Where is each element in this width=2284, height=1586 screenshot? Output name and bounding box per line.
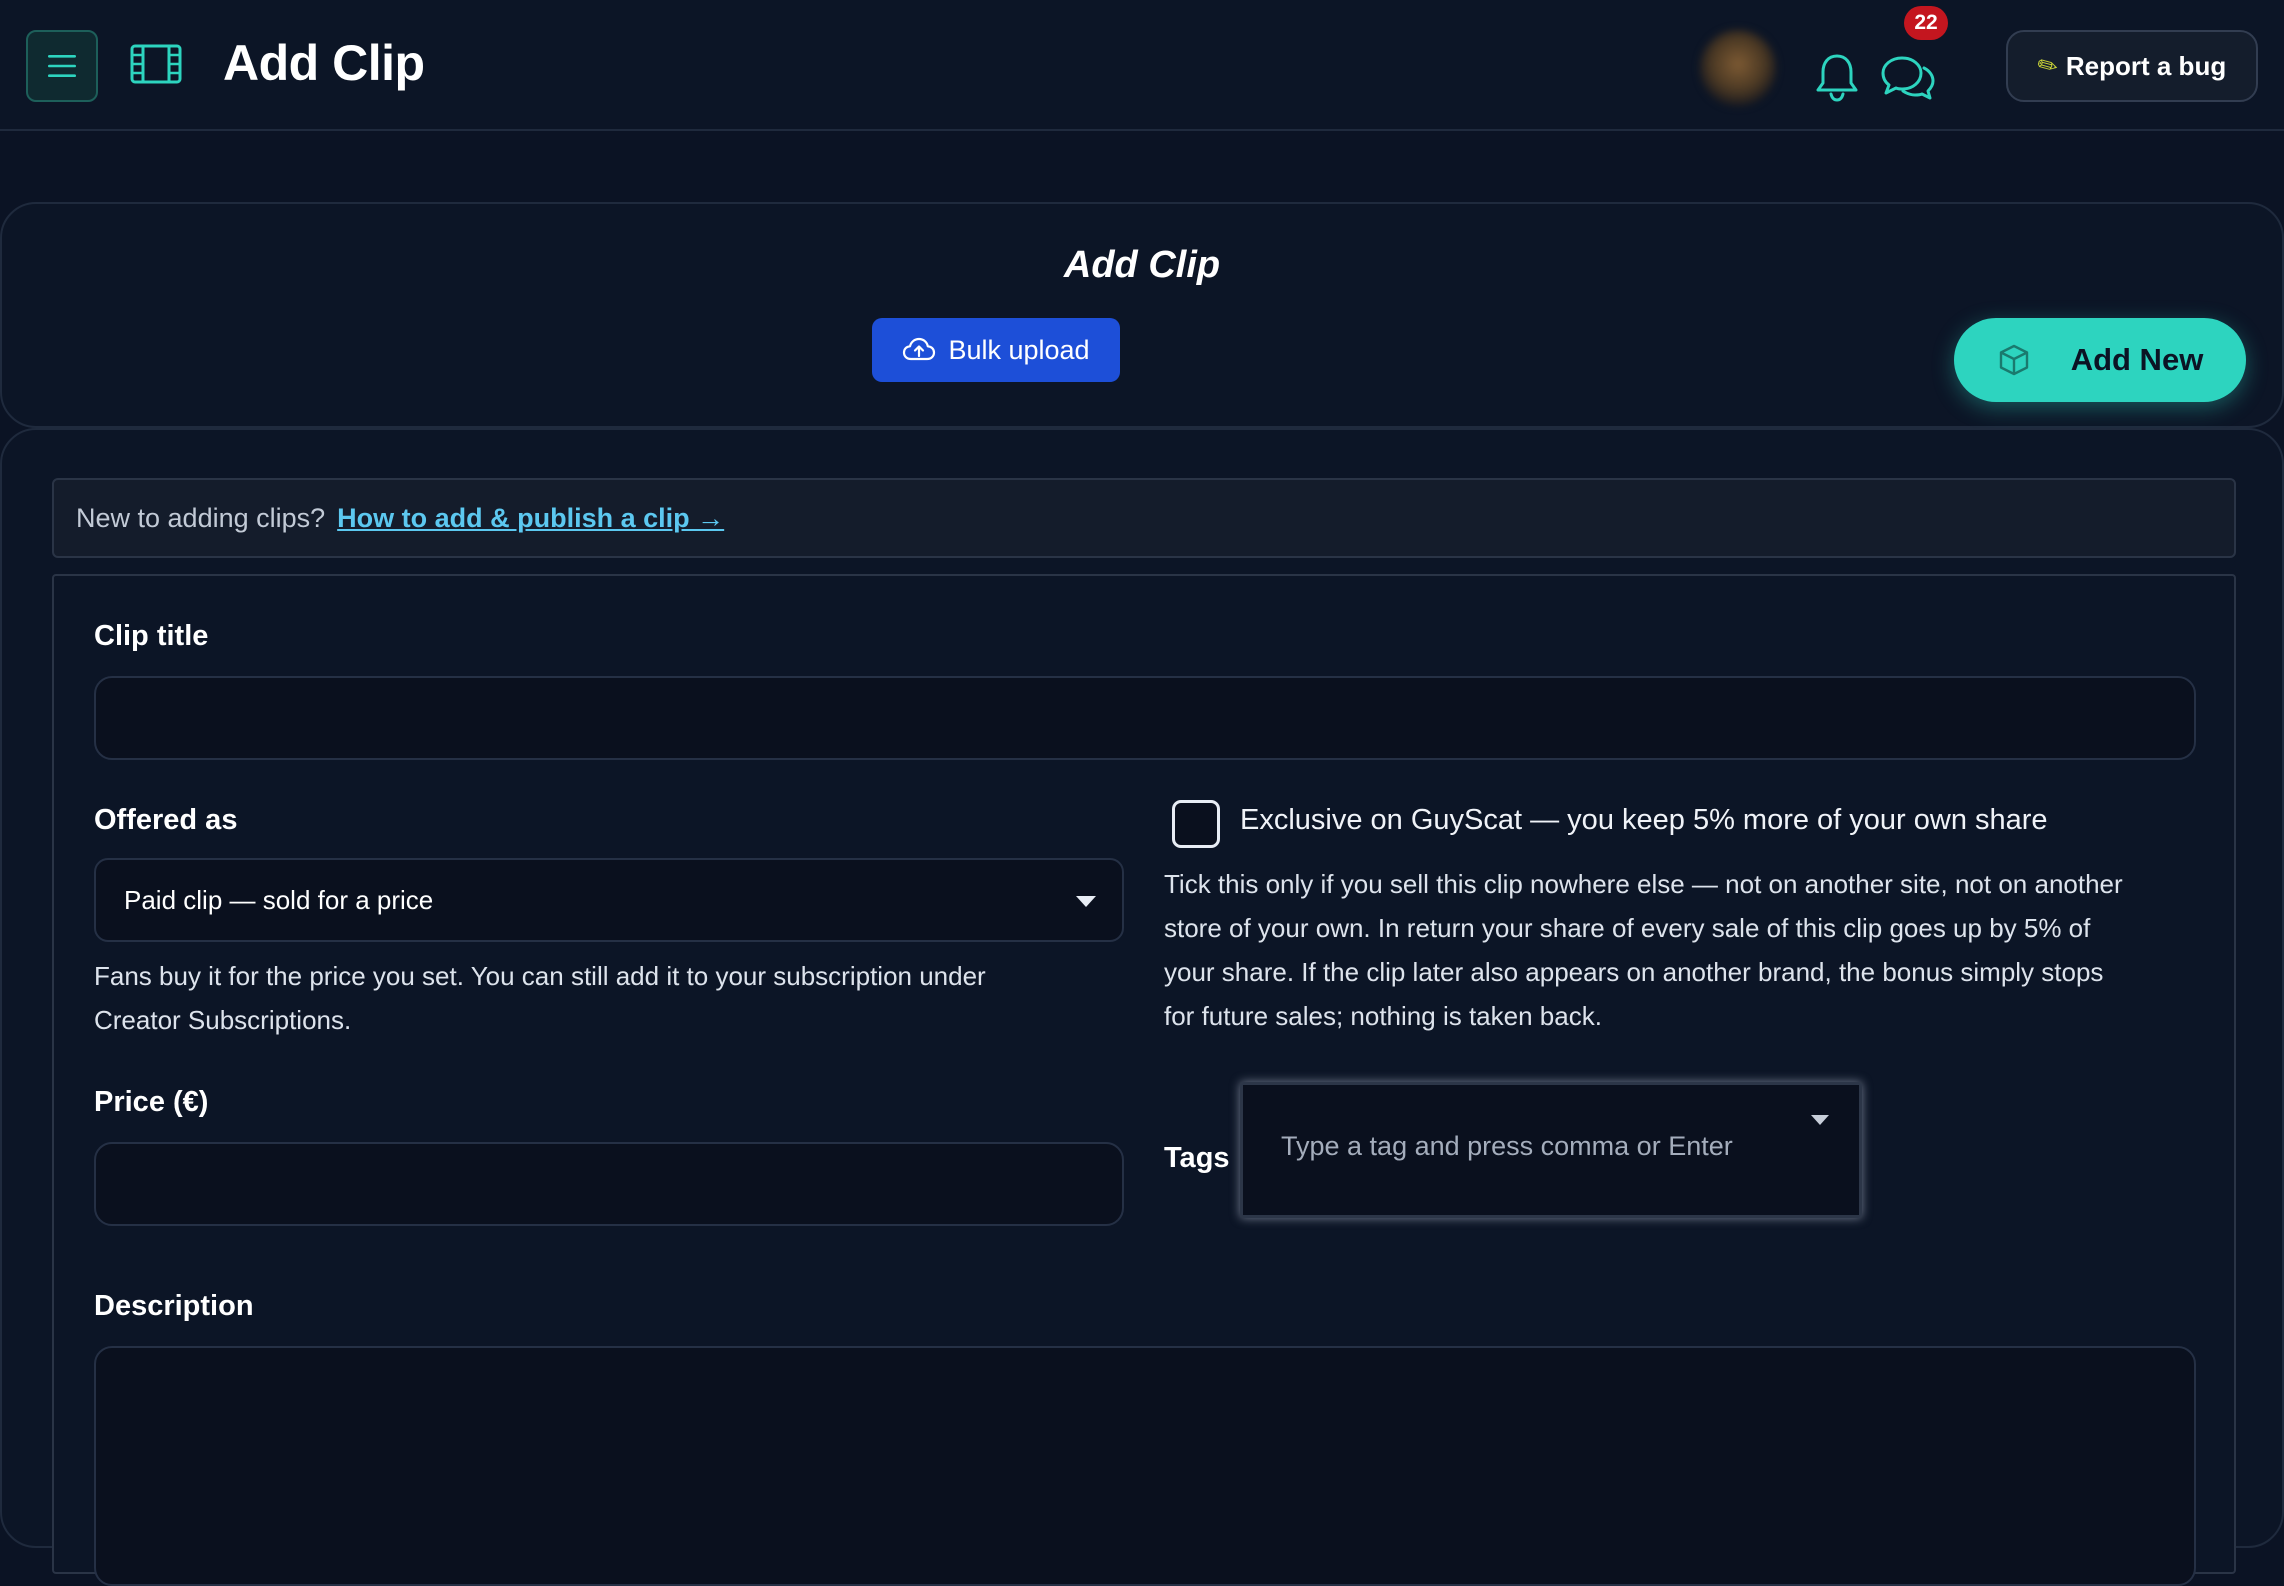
- price-label: Price (€): [94, 1086, 209, 1118]
- exclusive-label[interactable]: Exclusive on GuyScat — you keep 5% more …: [1240, 804, 2048, 837]
- clip-form: Clip title Offered as Paid clip — sold f…: [52, 574, 2236, 1586]
- chat-icon[interactable]: [1880, 54, 1936, 102]
- offered-as-help-line: Fans buy it for the price you set. You c…: [94, 961, 986, 991]
- description-label: Description: [94, 1290, 254, 1322]
- tags-placeholder: Type a tag and press comma or Enter: [1281, 1131, 1733, 1161]
- help-banner-text: New to adding clips?: [76, 502, 326, 533]
- notification-badge: 22: [1904, 6, 1948, 40]
- add-new-label: Add New: [2070, 342, 2204, 377]
- bell-icon[interactable]: [1814, 52, 1860, 102]
- box-icon: [1999, 344, 2028, 376]
- top-bar: Add Clip 22 ✎ Report a bug: [0, 0, 2284, 131]
- clip-title-label: Clip title: [94, 620, 209, 652]
- app-title: Add Clip: [223, 35, 425, 91]
- chevron-down-icon[interactable]: [1811, 1115, 1829, 1125]
- exclusive-help: Tick this only if you sell this clip now…: [1164, 862, 2204, 1038]
- offered-as-help-line: Creator Subscriptions.: [94, 1005, 352, 1035]
- help-banner: New to adding clips? How to add & publis…: [52, 478, 2236, 558]
- tags-input[interactable]: Type a tag and press comma or Enter: [1240, 1082, 1862, 1218]
- menu-button[interactable]: [26, 30, 98, 102]
- bulk-upload-button[interactable]: Bulk upload: [872, 318, 1120, 382]
- help-link[interactable]: How to add & publish a clip →: [337, 503, 724, 534]
- exclusive-help-line: Tick this only if you sell this clip now…: [1164, 869, 2123, 899]
- bug-icon: ✎: [2032, 49, 2064, 83]
- page-title: Add Clip: [1063, 244, 1221, 286]
- header-card: Add Clip Bulk upload Add New: [0, 202, 2284, 428]
- price-input[interactable]: [94, 1142, 1124, 1226]
- hamburger-icon: [48, 55, 76, 77]
- cloud-upload-icon: [903, 337, 936, 361]
- exclusive-help-line: for future sales; nothing is taken back.: [1164, 1001, 1602, 1031]
- exclusive-checkbox[interactable]: [1172, 800, 1220, 848]
- bulk-upload-label: Bulk upload: [948, 334, 1090, 365]
- exclusive-help-line: your share. If the clip later also appea…: [1164, 957, 2104, 987]
- offered-as-value: Paid clip — sold for a price: [124, 884, 434, 915]
- description-textarea[interactable]: [94, 1346, 2196, 1586]
- chevron-down-icon: [1076, 896, 1096, 907]
- tags-label: Tags: [1164, 1142, 1230, 1174]
- offered-as-select[interactable]: Paid clip — sold for a price: [94, 858, 1124, 942]
- offered-as-help: Fans buy it for the price you set. You c…: [94, 954, 1134, 1042]
- film-icon: [130, 44, 182, 84]
- avatar[interactable]: [1700, 30, 1776, 106]
- main-card: New to adding clips? How to add & publis…: [0, 428, 2284, 1586]
- report-bug-button[interactable]: ✎ Report a bug: [2006, 30, 2258, 102]
- clip-title-input[interactable]: [94, 676, 2196, 760]
- offered-as-label: Offered as: [94, 804, 238, 836]
- report-bug-label: Report a bug: [2065, 50, 2227, 81]
- add-new-button[interactable]: Add New: [1954, 318, 2246, 402]
- exclusive-help-line: store of your own. In return your share …: [1164, 913, 2091, 943]
